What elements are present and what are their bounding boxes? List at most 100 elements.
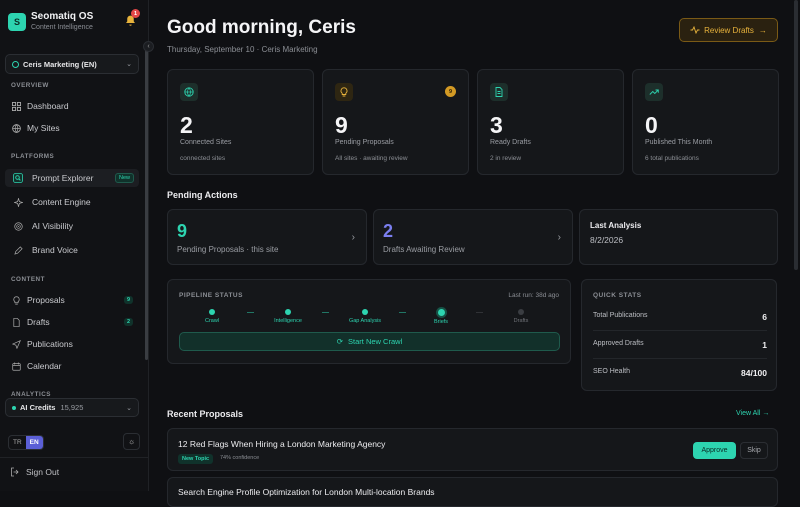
file-icon bbox=[11, 317, 21, 327]
stat-card-connected-sites[interactable]: 2 Connected Sites connected sites bbox=[167, 69, 314, 175]
proposal-row[interactable]: Search Engine Profile Optimization for L… bbox=[167, 477, 778, 507]
proposal-row[interactable]: 12 Red Flags When Hiring a London Market… bbox=[167, 428, 778, 471]
skip-button[interactable]: Skip bbox=[740, 442, 768, 459]
page-subtitle: Thursday, September 10 · Ceris Marketing bbox=[167, 45, 318, 54]
review-drafts-label: Review Drafts bbox=[704, 25, 754, 35]
sidebar-item-drafts[interactable]: Drafts 2 bbox=[5, 313, 139, 331]
sidebar-item-label: Proposals bbox=[27, 295, 65, 305]
sidebar-item-prompt-explorer[interactable]: Prompt Explorer New bbox=[5, 169, 139, 187]
sidebar-item-label: Prompt Explorer bbox=[32, 173, 94, 183]
count-badge: 9 bbox=[123, 296, 133, 304]
sidebar-scrollbar[interactable] bbox=[145, 50, 148, 360]
proposal-tag: New Topic bbox=[178, 454, 214, 464]
proposal-confidence: 74% confidence bbox=[220, 455, 260, 461]
send-icon bbox=[11, 339, 21, 349]
stat-label: Ready Drafts bbox=[490, 139, 531, 146]
start-crawl-label: Start New Crawl bbox=[348, 337, 403, 346]
pipeline-step-gap-analysis: Gap Analysis bbox=[340, 309, 390, 324]
sidebar-item-my-sites[interactable]: My Sites bbox=[5, 119, 139, 137]
sidebar-item-dashboard[interactable]: Dashboard bbox=[5, 97, 139, 115]
sidebar-item-label: Calendar bbox=[27, 361, 62, 371]
divider bbox=[593, 330, 767, 331]
step-label: Briefs bbox=[433, 319, 449, 325]
step-label: Crawl bbox=[204, 318, 220, 324]
section-analytics: ANALYTICS bbox=[11, 391, 51, 398]
sidebar-item-label: Content Engine bbox=[32, 197, 91, 207]
stat-value: 0 bbox=[645, 112, 658, 138]
sidebar-item-publications[interactable]: Publications bbox=[5, 335, 139, 353]
sidebar-item-label: Dashboard bbox=[27, 101, 69, 111]
sidebar-item-label: AI Visibility bbox=[32, 221, 73, 231]
brand[interactable]: S Seomatiq OS Content Intelligence bbox=[8, 11, 93, 33]
chevron-right-icon: › bbox=[557, 232, 561, 243]
stat-card-published[interactable]: 0 Published This Month 6 total publicati… bbox=[632, 69, 779, 175]
step-connector: — bbox=[476, 309, 483, 316]
ai-credits[interactable]: AI Credits 15,925 ⌄ bbox=[5, 398, 139, 417]
workspace-selector[interactable]: Ceris Marketing (EN) ⌄ bbox=[5, 54, 139, 74]
sign-out-button[interactable]: Sign Out bbox=[10, 467, 59, 477]
collapse-sidebar-icon[interactable]: ‹ bbox=[143, 41, 154, 52]
sidebar: S Seomatiq OS Content Intelligence 1 Cer… bbox=[0, 0, 149, 491]
sidebar-item-calendar[interactable]: Calendar bbox=[5, 357, 139, 375]
quick-stat-value: 6 bbox=[762, 312, 767, 322]
start-new-crawl-button[interactable]: ⟳ Start New Crawl bbox=[179, 332, 560, 351]
notification-badge: 1 bbox=[131, 9, 140, 18]
lang-tr[interactable]: TR bbox=[9, 436, 26, 449]
sidebar-item-ai-visibility[interactable]: AI Visibility bbox=[5, 217, 139, 235]
quick-stats-card: QUICK STATS Total Publications 6 Approved… bbox=[581, 279, 777, 391]
arrow-right-icon: → bbox=[758, 25, 767, 35]
stat-value: 2 bbox=[180, 112, 193, 138]
logout-icon bbox=[11, 467, 19, 477]
approve-button[interactable]: Approve bbox=[693, 442, 736, 459]
step-connector: — bbox=[322, 309, 329, 316]
quick-stat-label: SEO Health bbox=[593, 368, 630, 375]
chevron-right-icon: › bbox=[351, 232, 355, 243]
step-connector: — bbox=[247, 309, 254, 316]
stat-card-pending-proposals[interactable]: 9 9 Pending Proposals All sites · awaiti… bbox=[322, 69, 469, 175]
sidebar-item-label: My Sites bbox=[27, 123, 60, 133]
pipeline-step-drafts: Drafts bbox=[496, 309, 546, 324]
review-drafts-button[interactable]: Review Drafts → bbox=[679, 18, 778, 42]
pipeline-step-intelligence: Intelligence bbox=[263, 309, 313, 324]
sidebar-item-brand-voice[interactable]: Brand Voice bbox=[5, 241, 139, 259]
stat-detail: All sites · awaiting review bbox=[335, 155, 408, 162]
workspace-label: Ceris Marketing (EN) bbox=[23, 59, 97, 69]
pen-icon bbox=[13, 245, 23, 255]
last-analysis-date: 8/2/2026 bbox=[590, 235, 624, 245]
chevron-down-icon: ⌄ bbox=[126, 61, 132, 68]
globe-icon bbox=[12, 60, 19, 68]
quick-stat-row: Approved Drafts 1 bbox=[593, 340, 767, 350]
pipeline-step-crawl: Crawl bbox=[187, 309, 237, 324]
lang-en[interactable]: EN bbox=[25, 436, 43, 449]
sidebar-item-proposals[interactable]: Proposals 9 bbox=[5, 291, 139, 309]
section-content: CONTENT bbox=[11, 276, 45, 283]
main-content: Good morning, Ceris Thursday, September … bbox=[149, 0, 800, 507]
section-title-recent: Recent Proposals bbox=[167, 409, 244, 419]
pending-count: 9 bbox=[177, 221, 188, 241]
view-all-link[interactable]: View All → bbox=[736, 410, 769, 417]
stat-card-ready-drafts[interactable]: 3 Ready Drafts 2 in review bbox=[477, 69, 624, 175]
refresh-icon: ⟳ bbox=[336, 337, 344, 346]
sun-icon[interactable]: ☼ bbox=[123, 433, 140, 450]
grid-icon bbox=[11, 101, 21, 111]
count-badge: 2 bbox=[123, 318, 133, 326]
app-subtitle: Content Intelligence bbox=[31, 24, 93, 31]
step-label: Drafts bbox=[513, 318, 529, 324]
file-icon bbox=[490, 83, 508, 101]
section-overview: OVERVIEW bbox=[11, 82, 49, 89]
drafts-label: Drafts Awaiting Review bbox=[383, 245, 465, 254]
stat-detail: connected sites bbox=[180, 155, 226, 162]
main-scrollbar[interactable] bbox=[794, 0, 798, 270]
language-switcher: TR EN bbox=[8, 435, 44, 450]
drafts-awaiting-card[interactable]: 2 Drafts Awaiting Review › bbox=[373, 209, 573, 265]
stat-detail: 2 in review bbox=[490, 155, 522, 162]
app-logo: S bbox=[8, 13, 26, 31]
lightbulb-icon bbox=[11, 295, 21, 305]
pending-label: Pending Proposals · this site bbox=[177, 245, 279, 254]
trend-icon bbox=[645, 83, 663, 101]
sign-out-label: Sign Out bbox=[26, 467, 60, 477]
sidebar-item-content-engine[interactable]: Content Engine bbox=[5, 193, 139, 211]
quick-stat-value: 1 bbox=[762, 340, 767, 350]
credits-label: AI Credits bbox=[20, 403, 56, 412]
pending-proposals-card[interactable]: 9 Pending Proposals · this site › bbox=[167, 209, 367, 265]
